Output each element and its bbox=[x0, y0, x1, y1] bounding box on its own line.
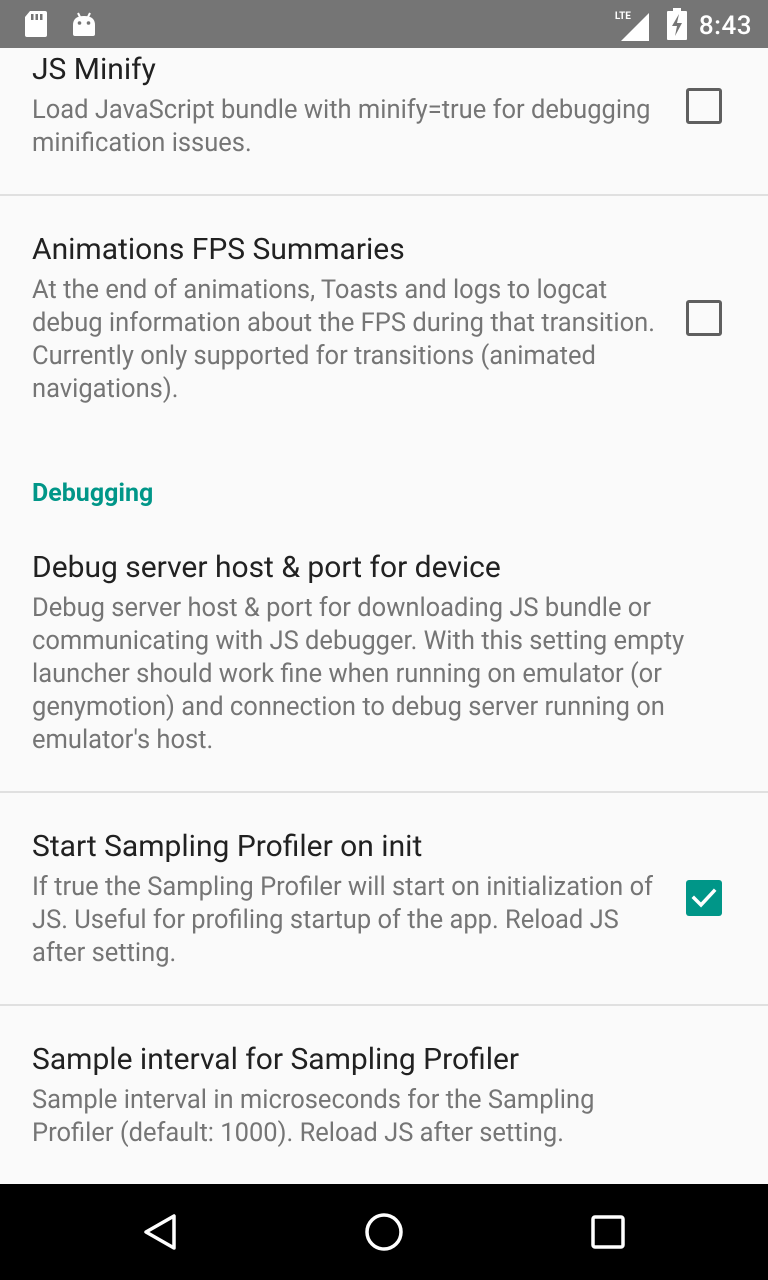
animations-fps-checkbox[interactable] bbox=[686, 300, 722, 336]
js-minify-checkbox[interactable] bbox=[686, 88, 722, 124]
android-icon bbox=[70, 10, 98, 42]
checkmark-icon bbox=[691, 888, 717, 908]
pref-title: Animations FPS Summaries bbox=[32, 232, 405, 267]
settings-list[interactable]: JS Minify Load JavaScript bundle with mi… bbox=[0, 48, 768, 1184]
pref-title: JS Minify bbox=[32, 52, 156, 87]
pref-debug-server[interactable]: Debug server host & port for device Debu… bbox=[0, 528, 768, 791]
sampling-profiler-checkbox[interactable] bbox=[686, 880, 722, 916]
status-bar: LTE 8:43 bbox=[0, 0, 768, 48]
recents-button[interactable] bbox=[584, 1208, 632, 1256]
pref-title: Debug server host & port for device bbox=[32, 550, 501, 585]
back-button[interactable] bbox=[136, 1208, 184, 1256]
home-icon bbox=[365, 1213, 403, 1251]
sd-card-icon bbox=[24, 10, 48, 42]
pref-title: Start Sampling Profiler on init bbox=[32, 829, 423, 864]
category-header-debugging: Debugging bbox=[32, 479, 154, 508]
battery-charging-icon bbox=[666, 8, 687, 44]
navigation-bar bbox=[0, 1184, 768, 1280]
pref-summary: Load JavaScript bundle with minify=true … bbox=[32, 95, 651, 158]
pref-summary: Debug server host & port for downloading… bbox=[32, 593, 685, 755]
pref-sample-interval[interactable]: Sample interval for Sampling Profiler Sa… bbox=[0, 1006, 768, 1184]
pref-summary: Sample interval in microseconds for the … bbox=[32, 1085, 595, 1148]
home-button[interactable] bbox=[360, 1208, 408, 1256]
pref-title: Sample interval for Sampling Profiler bbox=[32, 1042, 520, 1077]
recents-icon bbox=[591, 1215, 625, 1249]
pref-summary: At the end of animations, Toasts and log… bbox=[32, 275, 655, 404]
status-time: 8:43 bbox=[698, 11, 752, 41]
pref-sampling-profiler[interactable]: Start Sampling Profiler on init If true … bbox=[0, 793, 768, 1004]
pref-animations-fps[interactable]: Animations FPS Summaries At the end of a… bbox=[0, 196, 768, 472]
pref-js-minify[interactable]: JS Minify Load JavaScript bundle with mi… bbox=[0, 48, 768, 194]
back-icon bbox=[144, 1214, 176, 1250]
pref-summary: If true the Sampling Profiler will start… bbox=[32, 872, 653, 968]
lte-signal-icon: LTE bbox=[615, 11, 655, 41]
